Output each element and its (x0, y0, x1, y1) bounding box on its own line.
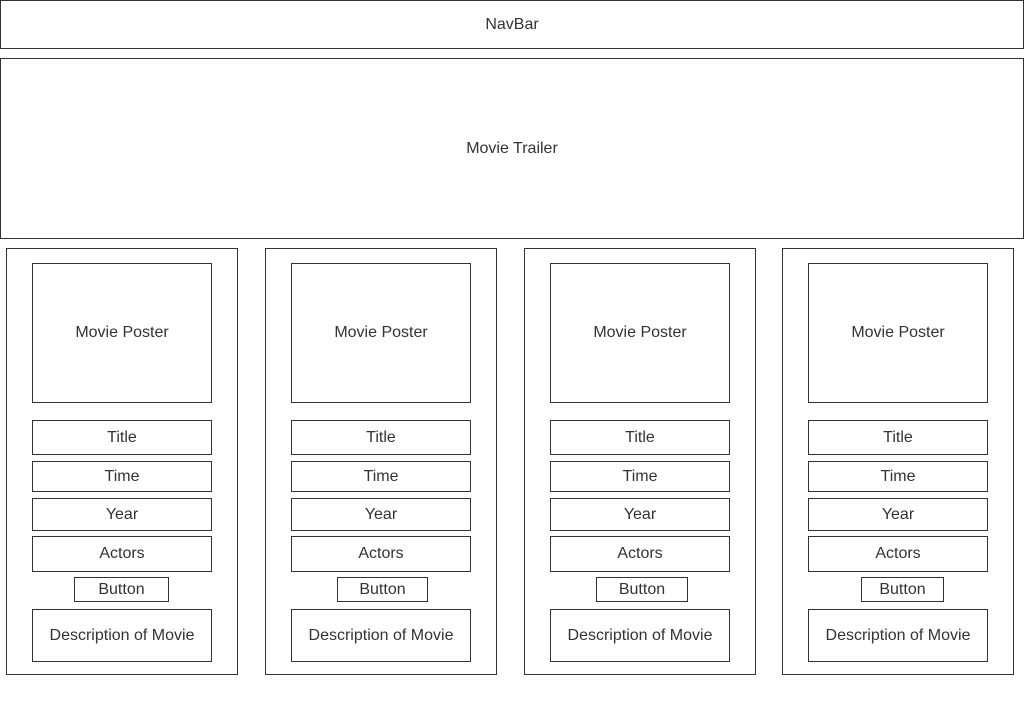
movie-description-label: Description of Movie (567, 626, 713, 644)
movie-card: Movie Poster Title Time Year Actors Butt… (265, 248, 497, 675)
movie-title-field: Title (32, 420, 212, 455)
movie-title-label: Title (625, 428, 655, 446)
movie-card-button[interactable]: Button (861, 577, 944, 602)
movie-trailer[interactable]: Movie Trailer (0, 58, 1024, 239)
movie-actors-field: Actors (808, 536, 988, 572)
movie-title-field: Title (550, 420, 730, 455)
movie-poster[interactable]: Movie Poster (32, 263, 212, 403)
movie-year-field: Year (32, 498, 212, 531)
movie-year-label: Year (623, 505, 657, 523)
movie-time-label: Time (104, 467, 140, 485)
movie-description: Description of Movie (291, 609, 471, 662)
movie-year-field: Year (808, 498, 988, 531)
movie-actors-label: Actors (617, 545, 663, 562)
movie-time-field: Time (550, 461, 730, 492)
movie-description-label: Description of Movie (49, 626, 195, 644)
movie-card: Movie Poster Title Time Year Actors Butt… (782, 248, 1014, 675)
movie-title-label: Title (366, 428, 396, 446)
movie-poster[interactable]: Movie Poster (808, 263, 988, 403)
movie-actors-field: Actors (32, 536, 212, 572)
movie-poster-label: Movie Poster (334, 324, 428, 341)
movie-time-label: Time (363, 467, 399, 485)
movie-title-field: Title (808, 420, 988, 455)
movie-year-label: Year (881, 505, 915, 523)
movie-poster-label: Movie Poster (75, 324, 169, 341)
movie-card-button[interactable]: Button (74, 577, 169, 602)
movie-card: Movie Poster Title Time Year Actors Butt… (524, 248, 756, 675)
navbar: NavBar (0, 0, 1024, 49)
movie-poster[interactable]: Movie Poster (550, 263, 730, 403)
movie-time-label: Time (880, 467, 916, 485)
movie-actors-label: Actors (875, 545, 921, 562)
movie-time-field: Time (32, 461, 212, 492)
movie-poster-label: Movie Poster (851, 324, 945, 341)
movie-card: Movie Poster Title Time Year Actors Butt… (6, 248, 238, 675)
movie-card-button[interactable]: Button (337, 577, 428, 602)
navbar-label: NavBar (485, 15, 539, 33)
movie-poster-label: Movie Poster (593, 324, 687, 341)
movie-actors-label: Actors (99, 545, 145, 562)
movie-actors-field: Actors (291, 536, 471, 572)
movie-poster[interactable]: Movie Poster (291, 263, 471, 403)
movie-year-field: Year (550, 498, 730, 531)
movie-description: Description of Movie (550, 609, 730, 662)
movie-time-label: Time (622, 467, 658, 485)
movie-description-label: Description of Movie (825, 626, 971, 644)
movie-description-label: Description of Movie (308, 626, 454, 644)
movie-title-label: Title (883, 428, 913, 446)
movie-actors-field: Actors (550, 536, 730, 572)
movie-description: Description of Movie (808, 609, 988, 662)
movie-year-label: Year (105, 505, 139, 523)
movie-time-field: Time (808, 461, 988, 492)
movie-year-field: Year (291, 498, 471, 531)
movie-card-button[interactable]: Button (596, 577, 688, 602)
movie-trailer-label: Movie Trailer (466, 139, 558, 157)
movie-title-label: Title (107, 428, 137, 446)
movie-title-field: Title (291, 420, 471, 455)
movie-description: Description of Movie (32, 609, 212, 662)
movie-time-field: Time (291, 461, 471, 492)
movie-year-label: Year (364, 505, 398, 523)
movie-actors-label: Actors (358, 545, 404, 562)
